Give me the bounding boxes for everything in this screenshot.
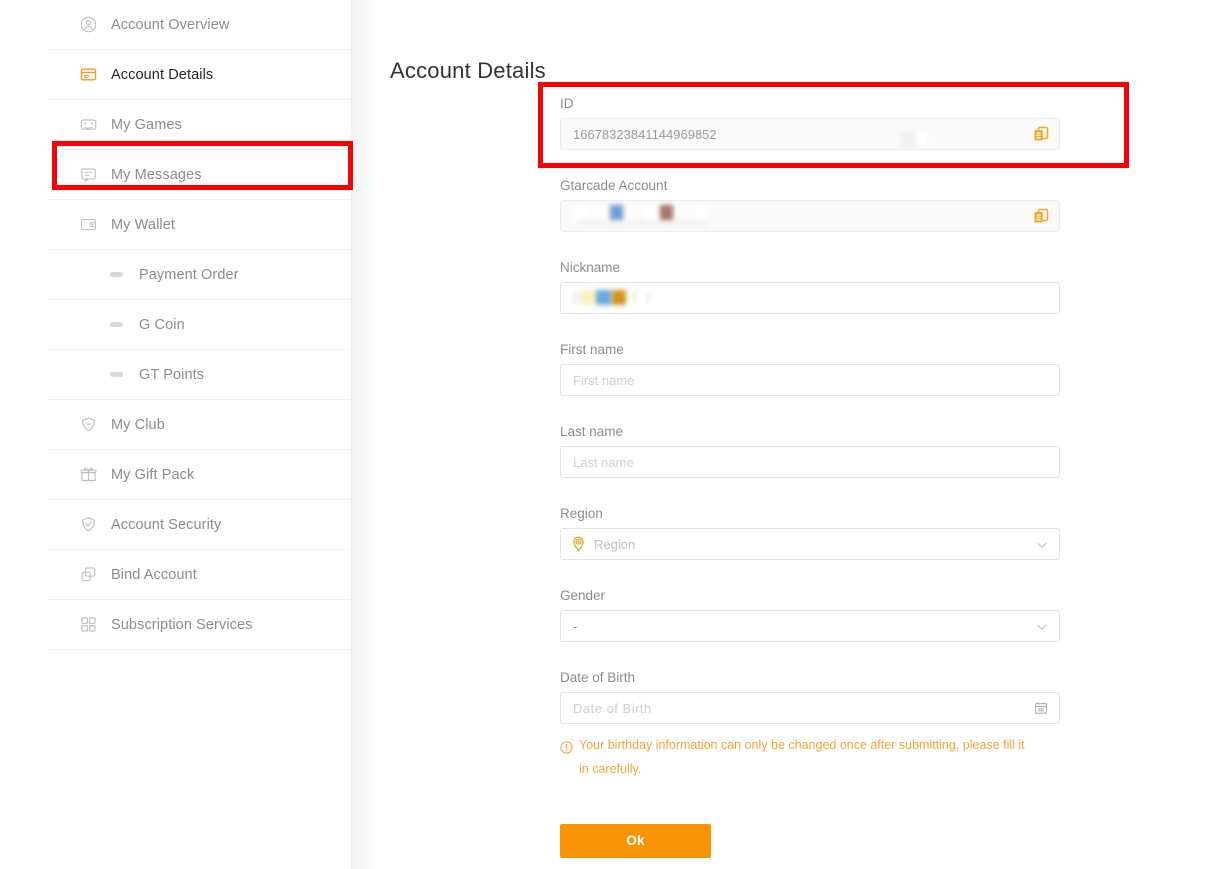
sidebar-item-g-coin[interactable]: G Coin xyxy=(48,300,351,350)
exclamation-circle-icon xyxy=(560,738,573,754)
sidebar-item-my-messages[interactable]: My Messages xyxy=(48,150,351,200)
account-details-form: ID 16678323841144969852 Gtarcade Account… xyxy=(560,96,1060,858)
gift-icon xyxy=(80,466,97,483)
field-label-id: ID xyxy=(560,96,574,111)
field-date-of-birth: Date of Birth Date of Birth Your birthda… xyxy=(560,670,1060,782)
sidebar-item-label: GT Points xyxy=(139,366,205,383)
dash-icon xyxy=(108,316,125,333)
sidebar-item-label: Account Overview xyxy=(111,16,230,33)
gender-value: - xyxy=(573,618,578,634)
field-region: Region Region xyxy=(560,506,1060,560)
wallet-icon xyxy=(80,216,97,233)
first-name-input[interactable] xyxy=(561,365,1059,395)
calendar-icon[interactable] xyxy=(1034,701,1048,715)
sidebar-item-my-club[interactable]: My Club xyxy=(48,400,351,450)
id-masked-overlay xyxy=(899,128,951,150)
shield-check-icon xyxy=(80,516,97,533)
message-icon xyxy=(80,166,97,183)
dash-icon xyxy=(108,366,125,383)
link-squares-icon xyxy=(80,566,97,583)
sidebar-item-my-games[interactable]: My Games xyxy=(48,100,351,150)
copy-icon[interactable] xyxy=(1032,207,1050,225)
id-value: 16678323841144969852 xyxy=(573,126,717,142)
field-id: ID 16678323841144969852 xyxy=(560,96,1060,150)
club-shield-icon xyxy=(80,416,97,433)
sidebar-item-account-security[interactable]: Account Security xyxy=(48,500,351,550)
dash-icon xyxy=(108,266,125,283)
gtarcade-account-input-wrapper[interactable] xyxy=(560,200,1060,232)
field-label-last-name: Last name xyxy=(560,424,624,439)
location-pin-icon xyxy=(570,536,587,553)
last-name-input[interactable] xyxy=(561,447,1059,477)
nickname-input-wrapper[interactable] xyxy=(560,282,1060,314)
sidebar-item-label: Payment Order xyxy=(139,266,239,283)
sidebar-item-label: Account Details xyxy=(111,66,214,83)
field-label-region: Region xyxy=(560,506,603,521)
account-details-page: Account Overview Account Details My Games M… xyxy=(0,0,1231,869)
sidebar-item-subscription-services[interactable]: Subscription Services xyxy=(48,600,351,650)
sidebar-item-label: My Club xyxy=(111,416,165,433)
date-of-birth-input-wrapper[interactable] xyxy=(560,692,1060,724)
sidebar-item-my-gift-pack[interactable]: My Gift Pack xyxy=(48,450,351,500)
sidebar-item-label: My Wallet xyxy=(111,216,176,233)
field-gender: Gender - xyxy=(560,588,1060,642)
field-gtarcade-account: Gtarcade Account xyxy=(560,178,1060,232)
last-name-input-wrapper[interactable] xyxy=(560,446,1060,478)
gamepad-icon xyxy=(80,116,97,133)
field-label-gtarcade-account: Gtarcade Account xyxy=(560,178,668,193)
copy-icon[interactable] xyxy=(1032,125,1050,143)
nickname-masked-value xyxy=(571,287,681,309)
sidebar-item-label: My Messages xyxy=(111,166,202,183)
sidebar-nav: Account Overview Account Details My Games M… xyxy=(48,0,351,869)
sidebar-item-payment-order[interactable]: Payment Order xyxy=(48,250,351,300)
sidebar-item-bind-account[interactable]: Bind Account xyxy=(48,550,351,600)
grid-squares-icon xyxy=(80,616,97,633)
field-label-gender: Gender xyxy=(560,588,606,603)
sidebar-item-label: Subscription Services xyxy=(111,616,253,633)
id-card-icon xyxy=(80,66,97,83)
field-last-name: Last name xyxy=(560,424,1060,478)
chevron-down-icon[interactable] xyxy=(1036,538,1048,550)
gender-select[interactable]: - xyxy=(560,610,1060,642)
main-content: Account Details ID 16678323841144969852 xyxy=(379,0,1231,869)
sidebar-divider-shadow xyxy=(351,0,379,869)
chevron-down-icon[interactable] xyxy=(1036,620,1048,632)
gtarcade-account-masked-value xyxy=(573,203,725,229)
sidebar-item-my-wallet[interactable]: My Wallet xyxy=(48,200,351,250)
field-label-date-of-birth: Date of Birth xyxy=(560,670,636,685)
first-name-input-wrapper[interactable] xyxy=(560,364,1060,396)
date-of-birth-input[interactable] xyxy=(561,693,1059,723)
page-title: Account Details xyxy=(390,57,546,83)
sidebar-item-account-overview[interactable]: Account Overview xyxy=(48,0,351,50)
region-select[interactable]: Region xyxy=(560,528,1060,560)
submit-ok-button[interactable]: Ok xyxy=(560,823,711,858)
field-first-name: First name xyxy=(560,342,1060,396)
birthday-warning: Your birthday information can only be ch… xyxy=(560,733,1030,782)
sidebar-item-label: Bind Account xyxy=(111,566,197,583)
sidebar-item-label: G Coin xyxy=(139,316,185,333)
sidebar-item-gt-points[interactable]: GT Points xyxy=(48,350,351,400)
field-label-first-name: First name xyxy=(560,342,624,357)
user-circle-icon xyxy=(80,16,97,33)
id-input-wrapper[interactable]: 16678323841144969852 xyxy=(560,118,1060,150)
field-label-nickname: Nickname xyxy=(560,260,621,275)
sidebar-item-list: Account Overview Account Details My Games M… xyxy=(48,0,351,650)
sidebar-item-label: Account Security xyxy=(111,516,222,533)
birthday-warning-text: Your birthday information can only be ch… xyxy=(579,738,1025,777)
sidebar-item-label: My Games xyxy=(111,116,182,133)
field-nickname: Nickname xyxy=(560,260,1060,314)
sidebar-item-label: My Gift Pack xyxy=(111,466,195,483)
sidebar-item-account-details[interactable]: Account Details xyxy=(48,50,351,100)
